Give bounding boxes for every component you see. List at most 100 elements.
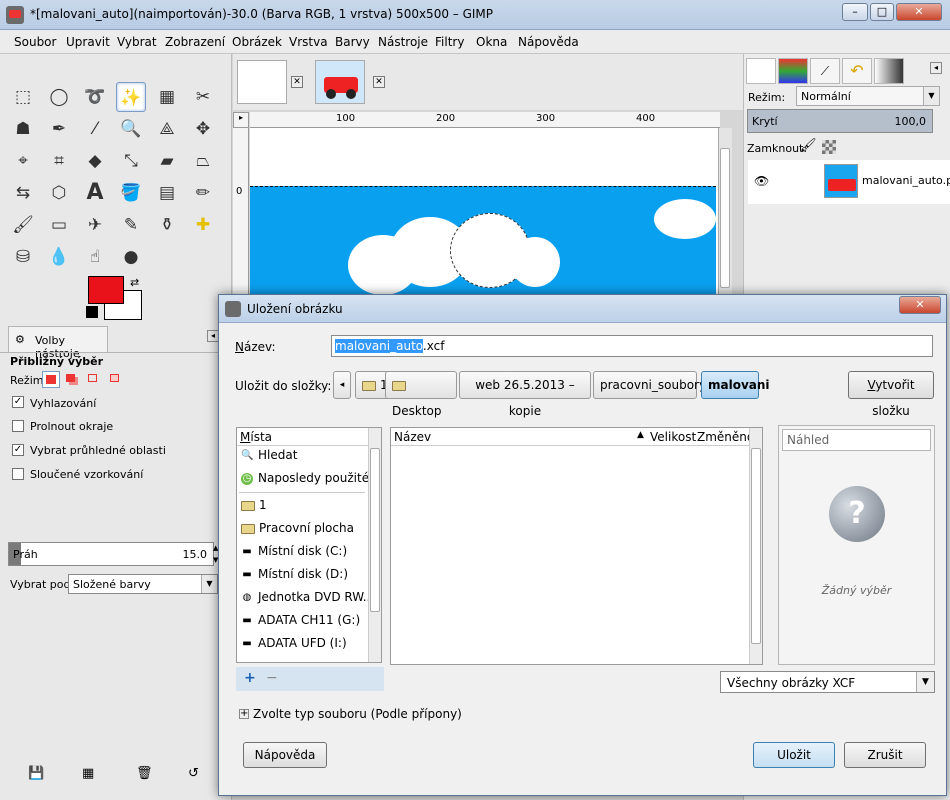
scissors-icon[interactable]: ✂ [188,82,218,112]
help-button[interactable]: Nápověda [243,742,327,768]
add-bookmark-icon[interactable]: + [244,670,256,686]
lock-alpha-icon[interactable] [822,140,836,154]
places-scrollbar[interactable] [368,428,381,662]
paths-icon[interactable]: ✒ [44,114,74,144]
paths-dock-icon[interactable]: ⟋ [810,58,840,84]
menu-napoveda[interactable]: Nápověda [518,35,579,49]
menu-upravit[interactable]: Upravit [66,35,110,49]
crumb-desktop[interactable]: Desktop [385,371,457,418]
eraser-icon[interactable]: ▭ [44,210,74,240]
menu-vrstva[interactable]: Vrstva [289,35,328,49]
paintbrush-icon[interactable]: 🖌 [8,210,38,240]
bucket-fill-icon[interactable]: 🪣 [116,178,146,208]
clone-icon[interactable]: ⚱ [152,210,182,240]
close-button[interactable]: ✕ [896,3,942,21]
cage-icon[interactable]: ⬡ [44,178,74,208]
fuzzy-select-icon[interactable]: ✨ [116,82,146,112]
scroll-thumb[interactable] [751,448,761,644]
move-icon[interactable]: ✥ [188,114,218,144]
save-button[interactable]: Uložit [753,742,835,768]
feather-checkbox[interactable] [12,420,24,432]
menu-soubor[interactable]: Soubor [14,35,56,49]
place-disk-c[interactable]: ▬ Místní disk (C:) [241,544,347,558]
expand-icon[interactable]: + [239,709,249,719]
blend-icon[interactable]: ▤ [152,178,182,208]
airbrush-icon[interactable]: ✈ [80,210,110,240]
restore-options-icon[interactable]: ▦ [82,766,94,781]
place-adata-i[interactable]: ▬ ADATA UFD (I:) [241,636,346,650]
layers-icon[interactable] [746,58,776,84]
filename-input[interactable]: malovani_auto.xcf [331,335,933,357]
maximize-button[interactable]: □ [870,3,894,21]
column-name[interactable]: Název [394,430,431,444]
column-changed[interactable]: Změněno [697,430,754,444]
place-dvd[interactable]: ◍ Jednotka DVD RW... [241,590,375,604]
place-adata-g[interactable]: ▬ ADATA CH11 (G:) [241,613,360,627]
create-folder-button[interactable]: Vytvořit složku [848,371,934,418]
text-icon[interactable]: A [80,178,110,208]
crop-icon[interactable]: ⌗ [44,146,74,176]
delete-options-icon[interactable]: 🗑 [136,766,153,781]
menu-nastroje[interactable]: Nástroje [378,35,428,49]
foreground-select-icon[interactable]: ☗ [8,114,38,144]
image-tab-car[interactable] [315,60,365,104]
layer-name[interactable]: malovani_auto.pn [862,174,950,187]
blur-icon[interactable]: 💧 [44,242,74,272]
heal-icon[interactable]: ✚ [188,210,218,240]
crumb-back-button[interactable]: ◂ [333,371,351,399]
reset-options-icon[interactable]: ↺ [188,766,199,781]
color-select-icon[interactable]: ▦ [152,82,182,112]
perspective-clone-icon[interactable]: ⛁ [8,242,38,272]
close-tab-icon[interactable]: ✕ [291,76,303,88]
column-size[interactable]: Velikost [650,430,696,444]
foreground-color-swatch[interactable] [88,276,124,304]
places-header[interactable]: Místa [237,428,368,446]
place-desktop[interactable]: Pracovní plocha [241,521,354,535]
tab-tool-options[interactable]: ⚙ Volby nástroje [8,326,108,360]
ellipse-select-icon[interactable]: ◯ [44,82,74,112]
threshold-slider[interactable]: Práh 15.0 [8,542,214,566]
color-picker-icon[interactable]: ⁄ [80,114,110,144]
channels-icon[interactable] [778,58,808,84]
gradients-icon[interactable] [874,58,904,84]
place-recent[interactable]: ◷ Naposledy použité [241,471,369,485]
rotate-icon[interactable]: ◆ [80,146,110,176]
image-sky[interactable] [250,186,716,298]
transparent-checkbox[interactable]: ✓ [12,444,24,456]
mode-intersect-button[interactable] [108,372,124,387]
mode-replace-button[interactable] [42,371,60,388]
lasso-icon[interactable]: ➰ [80,82,110,112]
align-icon[interactable]: ⌖ [8,146,38,176]
place-search[interactable]: 🔍 Hledat [241,448,297,462]
image-tab-blank[interactable] [237,60,287,104]
crumb-pracovni[interactable]: pracovni_soubory [593,371,706,399]
undo-history-icon[interactable]: ↶ [842,58,872,84]
mode-add-button[interactable] [64,372,80,387]
quick-mask-corner[interactable]: ▸ [233,112,249,128]
scroll-thumb[interactable] [720,148,730,288]
antialias-checkbox[interactable]: ✓ [12,396,24,408]
menu-obrazek[interactable]: Obrázek [232,35,282,49]
layer-mode-combo[interactable]: Normální ▼ [796,86,940,106]
zoom-icon[interactable]: 🔍 [116,114,146,144]
files-scrollbar[interactable] [749,428,762,664]
file-list[interactable]: Název ▲ Velikost Změněno [390,427,763,665]
rect-select-icon[interactable]: ⬚ [8,82,38,112]
dock-menu-icon[interactable]: ◂ [930,62,942,74]
menu-zobrazeni[interactable]: Zobrazení [165,35,225,49]
file-filter-select[interactable]: Všechny obrázky XCF ▼ [720,671,935,693]
layer-row[interactable]: 👁 malovani_auto.pn [748,160,950,204]
ink-icon[interactable]: ✎ [116,210,146,240]
menu-barvy[interactable]: Barvy [335,35,370,49]
mode-subtract-button[interactable] [86,372,102,387]
eye-icon[interactable]: 👁 [754,174,769,188]
lock-pixels-icon[interactable]: 🖌 [800,138,817,153]
remove-bookmark-icon[interactable]: − [266,670,278,686]
select-by-combo[interactable]: Složené barvy ▼ [68,574,218,594]
canvas-vscroll[interactable] [718,128,732,298]
smudge-icon[interactable]: ☝ [80,242,110,272]
menu-vybrat[interactable]: Vybrat [117,35,157,49]
file-type-expander[interactable]: Zvolte typ souboru (Podle přípony) [253,707,462,721]
merged-checkbox[interactable] [12,468,24,480]
scroll-thumb[interactable] [370,448,380,612]
